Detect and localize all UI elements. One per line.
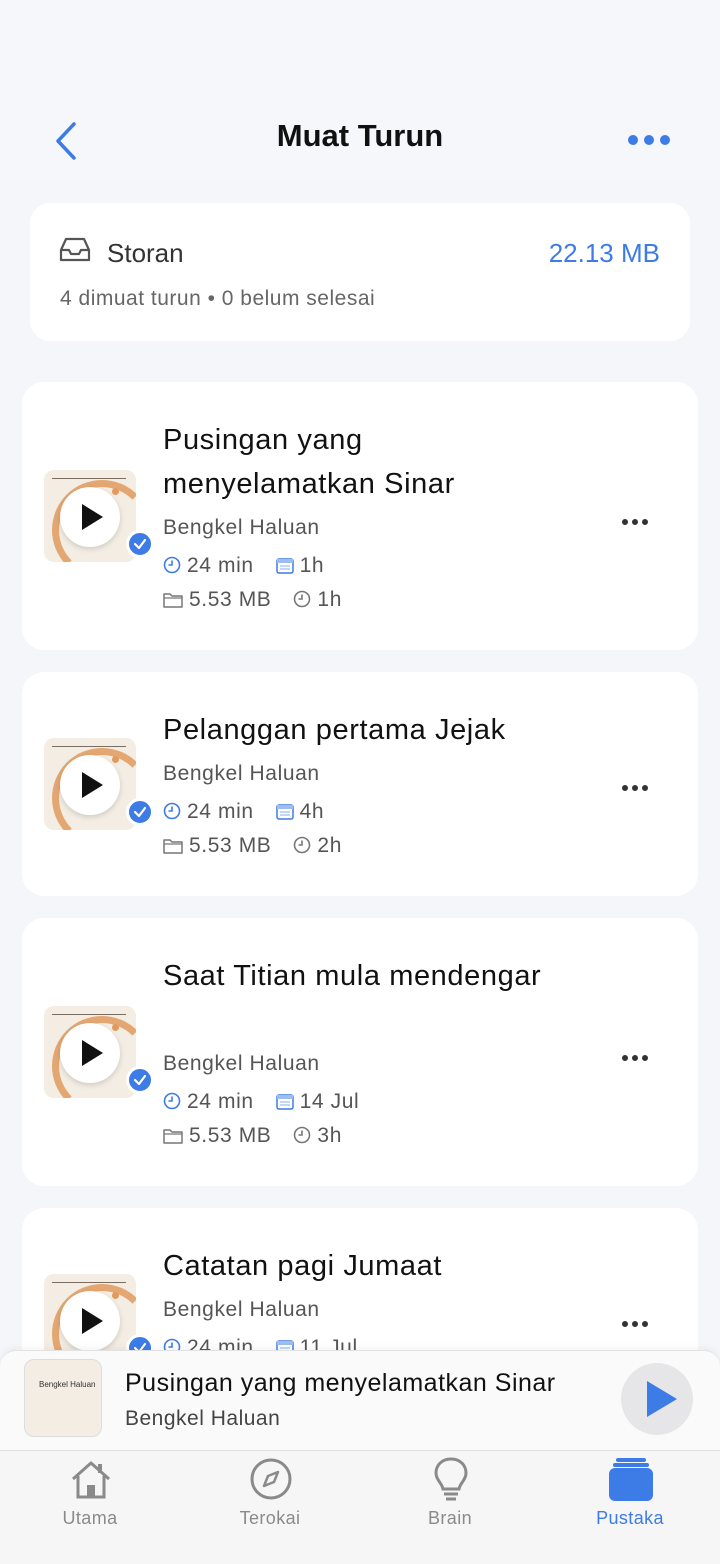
episode-downloaded-age: 3h <box>317 1124 342 1147</box>
episode-meta-secondary: 5.53 MB 2h <box>163 834 342 858</box>
episode-meta-primary: 24 min 14 Jul <box>163 1090 359 1114</box>
mini-player-title: Pusingan yang menyelamatkan Sinar <box>125 1369 556 1397</box>
item-more-button[interactable] <box>622 1314 652 1327</box>
mini-player[interactable]: Bengkel Haluan Pusingan yang menyelamatk… <box>0 1350 720 1450</box>
episode-downloaded-age: 1h <box>317 588 342 611</box>
header: Muat Turun <box>0 0 720 180</box>
home-icon <box>72 1461 110 1499</box>
episode-duration: 24 min <box>187 1090 254 1113</box>
clock-icon <box>163 1092 181 1110</box>
tab-bar: Utama Terokai Brain Pustaka <box>0 1450 720 1564</box>
episode-file-size: 5.53 MB <box>189 588 272 611</box>
episode-author: Bengkel Haluan <box>163 762 320 785</box>
lightbulb-icon <box>434 1457 468 1501</box>
library-icon <box>609 1458 653 1501</box>
episode-duration: 24 min <box>187 800 254 823</box>
episode-title: Catatan pagi Jumaat <box>163 1250 443 1282</box>
folder-icon <box>163 839 183 854</box>
episode-meta-primary: 24 min 1h <box>163 554 324 578</box>
clock-icon <box>163 802 181 820</box>
storage-size: 22.13 MB <box>548 238 660 268</box>
tab-label: Terokai <box>239 1508 301 1528</box>
play-button[interactable] <box>60 487 120 547</box>
episode-cover <box>44 1006 136 1098</box>
item-more-button[interactable] <box>622 1048 652 1061</box>
episode-title: Saat Titian mula mendengar <box>163 960 542 992</box>
episode-author: Bengkel Haluan <box>163 1298 320 1321</box>
calendar-icon <box>275 558 294 574</box>
clock-icon <box>163 556 181 574</box>
episode-file-size: 5.53 MB <box>189 1124 272 1147</box>
episode-meta-primary: 24 min 4h <box>163 800 324 824</box>
storage-summary: 4 dimuat turun • 0 belum selesai <box>60 287 376 310</box>
episode-meta-secondary: 5.53 MB 3h <box>163 1124 342 1148</box>
calendar-icon <box>275 804 294 820</box>
episode-cover <box>44 470 136 562</box>
downloaded-check-icon <box>126 1066 154 1094</box>
episode-date: 1h <box>299 554 325 577</box>
episode-cover <box>44 738 136 830</box>
download-item[interactable]: Pelanggan pertama Jejak Bengkel Haluan 2… <box>22 672 698 896</box>
downloaded-check-icon <box>126 530 154 558</box>
item-more-button[interactable] <box>622 512 652 525</box>
clock-icon <box>294 590 311 608</box>
clock-icon <box>294 1126 311 1144</box>
calendar-icon <box>275 1094 294 1110</box>
tab-pustaka[interactable]: Pustaka <box>570 1451 690 1564</box>
tab-utama[interactable]: Utama <box>30 1451 150 1564</box>
episode-author: Bengkel Haluan <box>163 1052 320 1075</box>
folder-icon <box>163 1129 183 1144</box>
download-item[interactable]: Saat Titian mula mendengar Bengkel Halua… <box>22 918 698 1186</box>
item-more-button[interactable] <box>622 778 652 791</box>
episode-date: 14 Jul <box>299 1090 360 1113</box>
storage-card: Storan 22.13 MB 4 dimuat turun • 0 belum… <box>30 203 690 341</box>
tab-label: Pustaka <box>596 1508 664 1528</box>
mini-player-cover: Bengkel Haluan <box>24 1359 102 1437</box>
episode-meta-secondary: 5.53 MB 1h <box>163 588 342 612</box>
play-button[interactable] <box>60 1023 120 1083</box>
download-item[interactable]: Pusingan yang menyelamatkan Sinar Bengke… <box>22 382 698 650</box>
mini-player-author: Bengkel Haluan <box>125 1407 281 1430</box>
episode-duration: 24 min <box>187 554 254 577</box>
episode-title: Pelanggan pertama Jejak <box>163 714 506 746</box>
more-options-button[interactable] <box>628 128 680 152</box>
downloaded-check-icon <box>126 798 154 826</box>
clock-icon <box>294 836 311 854</box>
episode-title: Pusingan yang menyelamatkan Sinar <box>163 424 455 500</box>
tab-label: Brain <box>427 1508 473 1528</box>
folder-icon <box>163 593 183 608</box>
cover-label: Bengkel Haluan <box>39 1380 96 1389</box>
tab-terokai[interactable]: Terokai <box>210 1451 330 1564</box>
tray-icon <box>59 237 91 262</box>
play-button[interactable] <box>60 1291 120 1351</box>
play-button[interactable] <box>60 755 120 815</box>
tab-label: Utama <box>62 1508 118 1528</box>
episode-date: 4h <box>299 800 325 823</box>
storage-label: Storan <box>107 238 184 268</box>
page-title: Muat Turun <box>276 118 444 153</box>
compass-icon <box>250 1458 292 1500</box>
episode-author: Bengkel Haluan <box>163 516 320 539</box>
episode-file-size: 5.53 MB <box>189 834 272 857</box>
mini-player-play-button[interactable] <box>621 1363 693 1435</box>
tab-brain[interactable]: Brain <box>390 1451 510 1564</box>
episode-downloaded-age: 2h <box>317 834 342 857</box>
